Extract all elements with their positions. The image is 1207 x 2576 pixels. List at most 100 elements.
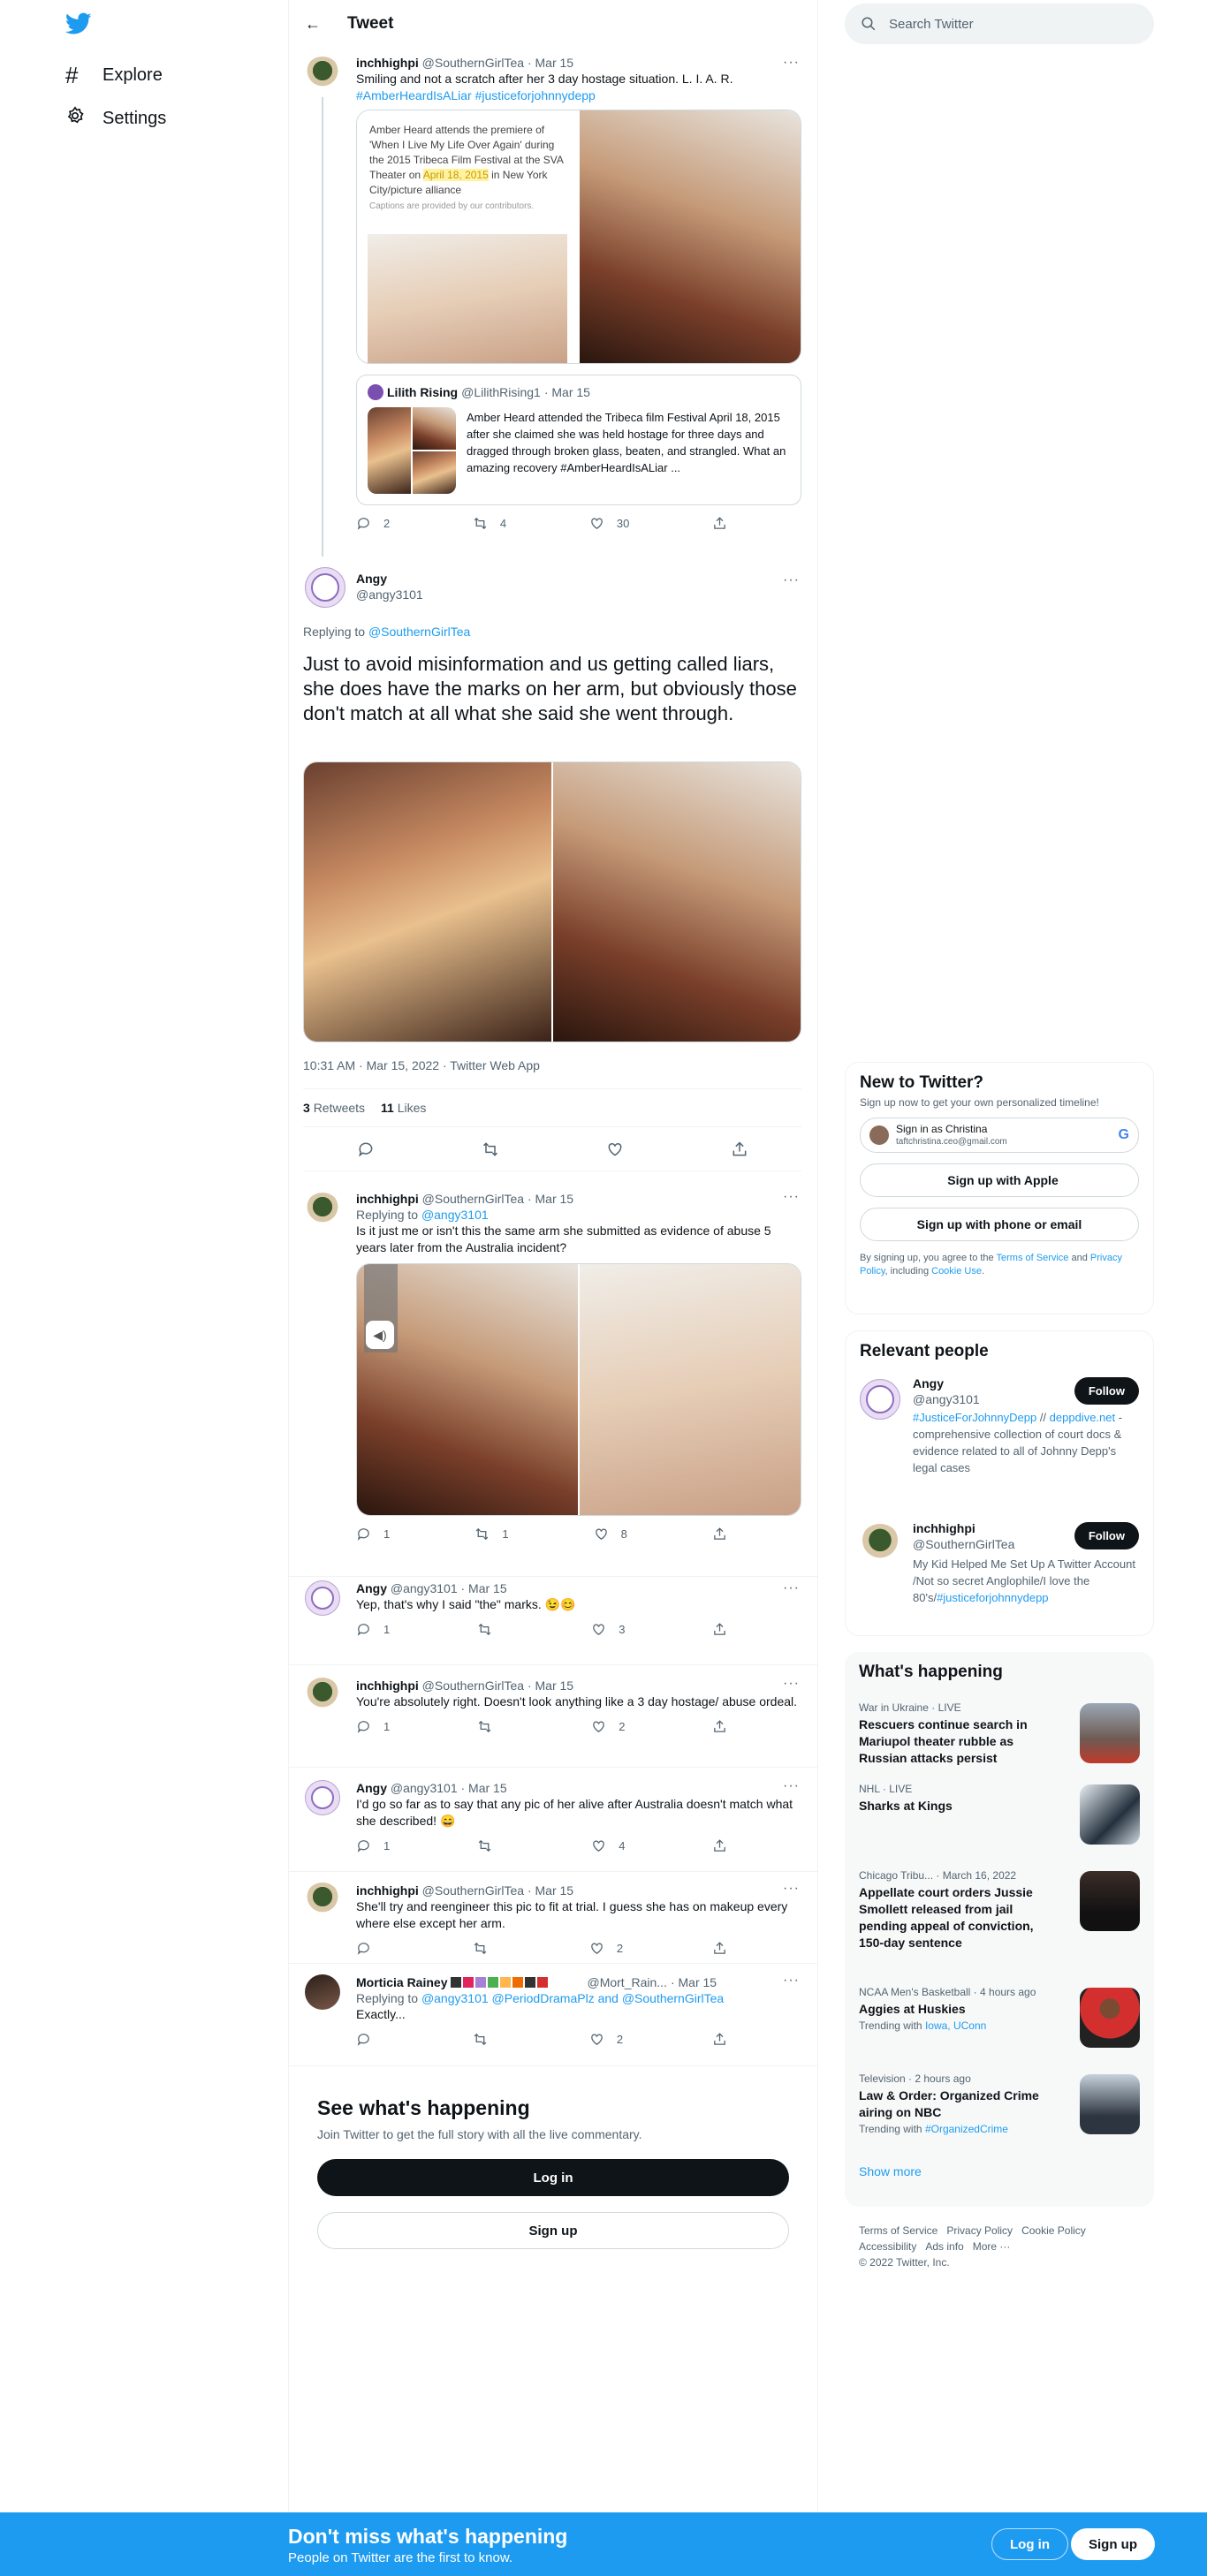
trending-with-link[interactable]: #OrganizedCrime bbox=[925, 2123, 1008, 2135]
trend-item[interactable]: Television · 2 hours ago Law & Order: Or… bbox=[845, 2064, 1154, 2161]
person-item[interactable]: Angy @angy3101 Follow #JusticeForJohnnyDe… bbox=[846, 1372, 1153, 1520]
like-button[interactable]: 2 bbox=[589, 2032, 623, 2047]
reply-tweet[interactable]: ··· inchhighpi @SouthernGirlTea · Mar 15… bbox=[289, 1664, 817, 1767]
author-handle[interactable]: @SouthernGirlTea bbox=[422, 1192, 524, 1206]
follow-button[interactable]: Follow bbox=[1074, 1377, 1139, 1405]
share-button[interactable] bbox=[712, 1719, 727, 1734]
nav-settings[interactable]: Settings bbox=[65, 106, 166, 131]
footer-more-link[interactable]: More ··· bbox=[973, 2240, 1011, 2253]
terms-link[interactable]: Terms of Service bbox=[997, 1253, 1069, 1263]
like-button[interactable]: 3 bbox=[591, 1622, 625, 1637]
share-button[interactable] bbox=[712, 1622, 727, 1637]
nav-explore[interactable]: # Explore bbox=[65, 62, 163, 89]
footer-cookie-link[interactable]: Cookie Policy bbox=[1021, 2224, 1086, 2237]
photo[interactable] bbox=[580, 1264, 801, 1515]
replying-to-link[interactable]: @SouthernGirlTea bbox=[368, 625, 470, 639]
avatar[interactable] bbox=[305, 1974, 340, 2010]
trend-item[interactable]: NCAA Men's Basketball · 4 hours ago Aggi… bbox=[845, 1977, 1154, 2064]
retweet-button[interactable]: 4 bbox=[473, 516, 506, 531]
retweet-button[interactable] bbox=[473, 1941, 500, 1956]
share-button[interactable] bbox=[712, 516, 727, 531]
author-handle[interactable]: @SouthernGirlTea bbox=[422, 1678, 524, 1693]
tweet-date[interactable]: · Mar 15 bbox=[528, 1678, 573, 1693]
reply-button[interactable]: 1 bbox=[356, 1622, 390, 1637]
trend-item[interactable]: NHL · LIVE Sharks at Kings bbox=[845, 1774, 1154, 1860]
avatar[interactable] bbox=[305, 1678, 340, 1713]
footer-privacy-link[interactable]: Privacy Policy bbox=[946, 2224, 1013, 2237]
trend-item[interactable]: Chicago Tribu... · March 16, 2022 Appell… bbox=[845, 1860, 1154, 1977]
avatar[interactable] bbox=[305, 57, 340, 92]
retweets-stat[interactable]: 3 Retweets bbox=[303, 1101, 365, 1115]
footer-accessibility-link[interactable]: Accessibility bbox=[859, 2240, 916, 2253]
tweet-date[interactable]: · Mar 15 bbox=[528, 1192, 573, 1206]
reply-button[interactable] bbox=[356, 2032, 383, 2047]
author-name[interactable]: inchhighpi bbox=[356, 1678, 419, 1693]
likes-stat[interactable]: 11 Likes bbox=[381, 1101, 426, 1115]
reply-button[interactable]: 1 bbox=[356, 1719, 390, 1734]
parent-tweet[interactable]: ··· inchhighpi @SouthernGirlTea · Mar 15… bbox=[289, 55, 817, 557]
photo[interactable] bbox=[304, 762, 551, 1042]
person-handle[interactable]: @SouthernGirlTea bbox=[913, 1537, 1014, 1551]
bio-hashtag[interactable]: #justiceforjohnnydepp bbox=[937, 1591, 1048, 1604]
photo[interactable] bbox=[553, 762, 801, 1042]
reply-tweet[interactable]: ··· inchhighpi @SouthernGirlTea · Mar 15… bbox=[289, 1871, 817, 1963]
author-name[interactable]: inchhighpi bbox=[356, 56, 419, 70]
like-button[interactable]: 30 bbox=[589, 516, 629, 531]
signup-phone-button[interactable]: Sign up with phone or email bbox=[860, 1208, 1139, 1241]
tweet-media[interactable] bbox=[303, 761, 801, 1042]
tweet-timestamp[interactable]: 10:31 AM · Mar 15, 2022 · Twitter Web Ap… bbox=[303, 1058, 540, 1072]
signup-apple-button[interactable]: Sign up with Apple bbox=[860, 1163, 1139, 1197]
bottom-login-button[interactable]: Log in bbox=[991, 2528, 1068, 2560]
author-name[interactable]: Angy bbox=[356, 1781, 387, 1795]
photo[interactable] bbox=[580, 110, 801, 363]
share-button[interactable] bbox=[731, 1140, 748, 1158]
author-name[interactable]: Morticia Rainey bbox=[356, 1974, 447, 1990]
like-button[interactable]: 2 bbox=[591, 1719, 625, 1734]
author-name[interactable]: inchhighpi bbox=[356, 1883, 419, 1898]
share-button[interactable] bbox=[712, 1527, 727, 1542]
avatar[interactable] bbox=[305, 1193, 340, 1228]
author-name[interactable]: inchhighpi bbox=[356, 1192, 419, 1206]
tweet-date[interactable]: · Mar 15 bbox=[528, 56, 573, 70]
google-signin-button[interactable]: Sign in as Christina taftchristina.ceo@gm… bbox=[860, 1118, 1139, 1153]
login-button[interactable]: Log in bbox=[317, 2159, 789, 2196]
author-handle[interactable]: @angy3101 bbox=[391, 1581, 458, 1595]
tweet-hashtags[interactable]: #AmberHeardIsALiar #justiceforjohnnydepp bbox=[356, 87, 801, 104]
share-button[interactable] bbox=[712, 1838, 727, 1853]
person-name[interactable]: Angy bbox=[913, 1376, 944, 1390]
trending-with-link[interactable]: Iowa, UConn bbox=[925, 2019, 986, 2032]
avatar[interactable] bbox=[305, 1883, 340, 1918]
reply-button[interactable] bbox=[357, 1140, 375, 1158]
person-name[interactable]: inchhighpi bbox=[913, 1521, 975, 1535]
bio-hashtag[interactable]: #JusticeForJohnnyDepp bbox=[913, 1411, 1036, 1424]
author-handle[interactable]: @SouthernGirlTea bbox=[422, 1883, 524, 1898]
photo[interactable]: ◀) bbox=[357, 1264, 578, 1515]
reply-tweet[interactable]: ··· Angy @angy3101 · Mar 15 Yep, that's … bbox=[289, 1576, 817, 1664]
share-button[interactable] bbox=[712, 2032, 727, 2047]
replying-to-link[interactable]: @angy3101 @PeriodDramaPlz and @SouthernG… bbox=[421, 1991, 724, 2005]
reply-button[interactable]: 1 bbox=[356, 1838, 390, 1853]
like-button[interactable]: 2 bbox=[589, 1941, 623, 1956]
quoted-tweet[interactable]: Lilith Rising @LilithRising1 · Mar 15 Amb… bbox=[356, 375, 801, 505]
signup-button[interactable]: Sign up bbox=[317, 2212, 789, 2249]
tweet-date[interactable]: · Mar 15 bbox=[461, 1781, 507, 1795]
tweet-media[interactable]: Amber Heard attends the premiere of 'Whe… bbox=[356, 110, 801, 364]
reply-button[interactable]: 1 bbox=[356, 1527, 390, 1542]
cookie-link[interactable]: Cookie Use bbox=[931, 1266, 982, 1277]
person-handle[interactable]: @angy3101 bbox=[913, 1392, 980, 1406]
author-handle[interactable]: @Mort_Rain... bbox=[587, 1974, 666, 1990]
reply-tweet[interactable]: ··· inchhighpi @SouthernGirlTea · Mar 15… bbox=[289, 1189, 817, 1562]
tweet-date[interactable]: · Mar 15 bbox=[461, 1581, 507, 1595]
author-handle[interactable]: @angy3101 bbox=[391, 1781, 458, 1795]
reply-button[interactable]: 2 bbox=[356, 516, 390, 531]
reply-tweet[interactable]: ··· Angy @angy3101 · Mar 15 I'd go so fa… bbox=[289, 1767, 817, 1871]
retweet-button[interactable]: 1 bbox=[474, 1527, 509, 1542]
author-handle[interactable]: @SouthernGirlTea bbox=[422, 56, 524, 70]
show-more-link[interactable]: Show more bbox=[845, 2161, 1154, 2182]
like-button[interactable] bbox=[606, 1140, 624, 1158]
author-name[interactable]: Angy bbox=[356, 572, 387, 586]
retweet-button[interactable] bbox=[473, 2032, 500, 2047]
author-handle[interactable]: @angy3101 bbox=[356, 587, 423, 602]
follow-button[interactable]: Follow bbox=[1074, 1522, 1139, 1549]
trend-item[interactable]: War in Ukraine · LIVE Rescuers continue … bbox=[845, 1693, 1154, 1774]
